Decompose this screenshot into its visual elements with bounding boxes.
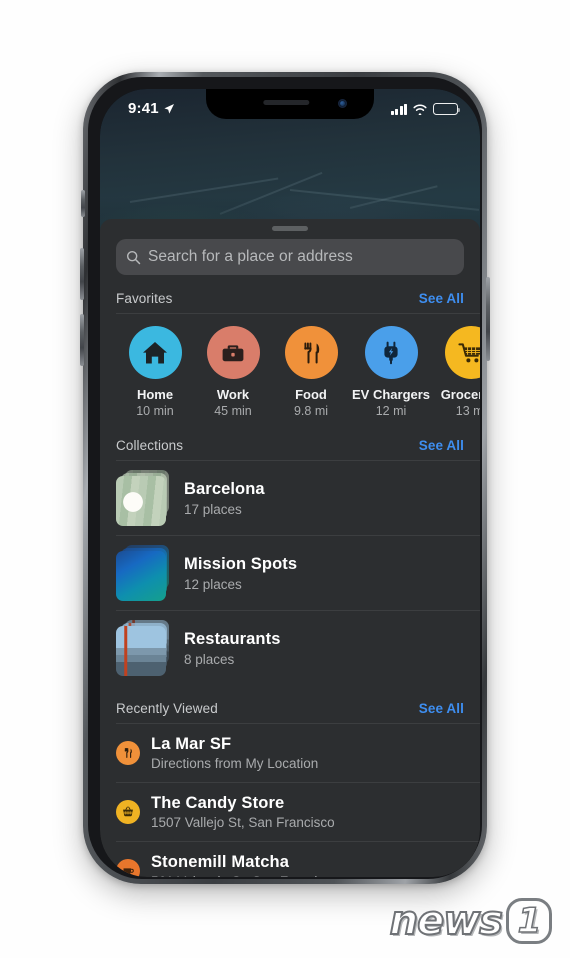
favorite-subtitle: 13 mi [455, 404, 480, 418]
favorite-label: Groceries [440, 387, 480, 402]
favorites-carousel[interactable]: Home 10 min Work 45 min Food 9.8 mi EV C… [100, 314, 480, 422]
collection-title: Mission Spots [184, 554, 298, 573]
recent-item-title: La Mar SF [151, 735, 232, 753]
briefcase-icon [222, 344, 244, 361]
recently-viewed-section-header: Recently Viewed See All [100, 685, 480, 723]
collection-subtitle: 8 places [184, 651, 235, 667]
recent-item-icon [116, 859, 140, 877]
collection-row-mission-spots[interactable]: Mission Spots 12 places [100, 536, 480, 610]
watermark-badge: 1 [506, 898, 552, 944]
search-bar-container: Search for a place or address [100, 231, 480, 275]
favorite-label: Work [216, 387, 250, 402]
search-placeholder-text: Search for a place or address [148, 248, 353, 265]
recent-item-the-candy-store[interactable]: The Candy Store 1507 Vallejo St, San Fra… [100, 783, 480, 841]
collection-title: Barcelona [184, 479, 265, 498]
favorite-subtitle: 45 min [214, 404, 252, 418]
recent-item-stonemill-matcha[interactable]: Stonemill Matcha 561 Valencia St, San Fr… [100, 842, 480, 877]
wifi-icon [413, 104, 427, 115]
favorite-icon-circle [364, 326, 418, 379]
status-bar-indicators [390, 103, 461, 115]
power-button[interactable] [486, 277, 490, 361]
search-input[interactable]: Search for a place or address [116, 239, 464, 275]
volume-up-button[interactable] [80, 248, 84, 300]
status-bar-time-group: 9:41 [128, 100, 175, 117]
screenshot-canvas: 9:41 Search for a place or address Favor… [0, 0, 570, 958]
location-arrow-icon [164, 103, 174, 114]
signal-bars-icon [390, 103, 407, 115]
recent-item-title: The Candy Store [151, 794, 285, 812]
favorite-item-home[interactable]: Home 10 min [116, 326, 194, 418]
collection-row-restaurants[interactable]: Restaurants 8 places [100, 611, 480, 685]
fork-knife-icon [124, 748, 132, 758]
status-bar-time: 9:41 [128, 100, 159, 117]
basket-icon [123, 806, 133, 817]
favorite-icon-circle [206, 326, 260, 379]
fork-knife-icon [304, 342, 320, 363]
collection-subtitle: 12 places [184, 576, 242, 592]
recent-item-la-mar-sf[interactable]: La Mar SF Directions from My Location [100, 724, 480, 782]
recent-item-icon [116, 800, 140, 824]
collection-thumbnail [116, 545, 172, 601]
silence-switch[interactable] [81, 190, 85, 217]
device-notch [206, 89, 374, 119]
recent-item-subtitle: 561 Valencia St, San Francisco [151, 874, 338, 877]
recent-item-subtitle: Directions from My Location [151, 756, 319, 771]
favorite-subtitle: 10 min [136, 404, 174, 418]
watermark-text: news [389, 897, 504, 945]
favorite-item-food[interactable]: Food 9.8 mi [272, 326, 350, 418]
shopping-cart-icon [458, 342, 480, 362]
recently-viewed-title: Recently Viewed [116, 701, 218, 716]
recently-viewed-see-all-button[interactable]: See All [419, 701, 464, 716]
favorites-section-header: Favorites See All [100, 275, 480, 313]
search-icon [126, 250, 141, 264]
favorites-see-all-button[interactable]: See All [419, 291, 464, 306]
favorite-icon-circle [444, 326, 480, 379]
device-bezel: 9:41 Search for a place or address Favor… [88, 77, 482, 879]
earpiece-speaker [263, 100, 310, 105]
collection-subtitle: 17 places [184, 501, 242, 517]
favorite-label: EV Chargers [352, 387, 431, 402]
favorite-icon-circle [128, 326, 182, 379]
maps-bottom-sheet: Search for a place or address Favorites … [100, 219, 480, 877]
iphone-device-frame: 9:41 Search for a place or address Favor… [80, 72, 490, 884]
favorite-item-work[interactable]: Work 45 min [194, 326, 272, 418]
favorites-title: Favorites [116, 291, 173, 306]
favorite-subtitle: 9.8 mi [293, 404, 329, 418]
volume-down-button[interactable] [80, 314, 84, 366]
favorite-label: Food [295, 387, 327, 402]
collection-thumbnail [116, 470, 172, 526]
front-camera-icon [338, 98, 347, 108]
favorite-item-ev-chargers[interactable]: EV Chargers 12 mi [350, 326, 432, 418]
cup-icon [123, 868, 134, 877]
battery-icon [433, 103, 461, 115]
collections-title: Collections [116, 438, 184, 453]
recent-item-icon [116, 741, 140, 765]
ev-plug-icon [384, 341, 398, 364]
recent-item-subtitle: 1507 Vallejo St, San Francisco [151, 815, 335, 830]
collection-thumbnail [116, 620, 172, 676]
news1-watermark: news 1 [389, 897, 552, 945]
collection-title: Restaurants [184, 629, 281, 648]
collection-row-barcelona[interactable]: Barcelona 17 places [100, 461, 480, 535]
favorite-subtitle: 12 mi [375, 404, 407, 418]
favorite-icon-circle [284, 326, 338, 379]
collections-section-header: Collections See All [100, 422, 480, 460]
recent-item-title: Stonemill Matcha [151, 853, 290, 871]
phone-screen: 9:41 Search for a place or address Favor… [100, 89, 480, 877]
collections-see-all-button[interactable]: See All [419, 438, 464, 453]
favorite-item-groceries[interactable]: Groceries 13 mi [432, 326, 480, 418]
favorite-label: Home [136, 387, 174, 402]
home-icon [143, 341, 167, 363]
